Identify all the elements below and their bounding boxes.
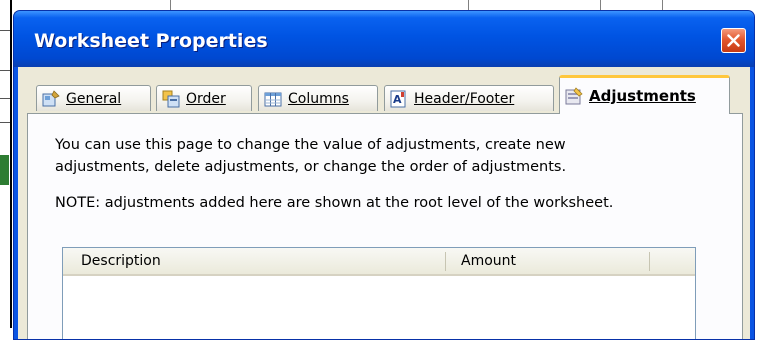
- spreadsheet-row-marker: [0, 122, 10, 123]
- tab-order[interactable]: Order: [156, 85, 252, 111]
- tab-header-footer-label: Header/Footer: [414, 90, 515, 107]
- column-divider[interactable]: [445, 252, 446, 271]
- dialog-client-area: General Order Columns A Header/Footer Ad…: [18, 67, 750, 339]
- worksheet-properties-dialog: Worksheet Properties General Order Colum…: [13, 10, 755, 340]
- header-footer-icon: A: [390, 90, 408, 108]
- general-icon: [42, 89, 60, 108]
- description-line-2: adjustments, delete adjustments, or chan…: [55, 159, 567, 175]
- tab-adjustments-label: Adjustments: [589, 87, 696, 105]
- root-level-note: NOTE: adjustments added here are shown a…: [55, 195, 614, 211]
- dialog-title: Worksheet Properties: [34, 30, 268, 52]
- description-line-1: You can use this page to change the valu…: [55, 137, 566, 153]
- order-icon: [162, 90, 180, 108]
- column-header-amount[interactable]: Amount: [461, 248, 641, 274]
- tab-strip: General Order Columns A Header/Footer Ad…: [18, 67, 750, 115]
- spreadsheet-row-marker: [0, 98, 10, 99]
- spreadsheet-cell-highlight: [0, 155, 9, 185]
- columns-icon: [264, 90, 282, 108]
- adjustments-icon: [565, 87, 583, 105]
- title-bar[interactable]: Worksheet Properties: [14, 11, 754, 67]
- svg-text:A: A: [393, 93, 402, 106]
- spreadsheet-row-marker: [0, 30, 10, 31]
- adjustments-list[interactable]: Description Amount: [62, 247, 696, 339]
- spreadsheet-border: [10, 0, 12, 328]
- tab-columns-label: Columns: [288, 90, 349, 107]
- column-header-description[interactable]: Description: [81, 248, 431, 274]
- spreadsheet-row-marker: [0, 70, 10, 71]
- close-icon: [727, 34, 740, 47]
- tab-columns[interactable]: Columns: [258, 85, 378, 111]
- tab-header-footer[interactable]: A Header/Footer: [384, 85, 554, 111]
- tab-order-label: Order: [186, 90, 226, 107]
- list-header: Description Amount: [63, 248, 695, 276]
- tab-general[interactable]: General: [36, 85, 151, 111]
- column-divider[interactable]: [649, 252, 650, 271]
- tab-general-label: General: [66, 90, 122, 107]
- close-button[interactable]: [721, 28, 746, 53]
- tab-adjustments[interactable]: Adjustments: [559, 75, 730, 114]
